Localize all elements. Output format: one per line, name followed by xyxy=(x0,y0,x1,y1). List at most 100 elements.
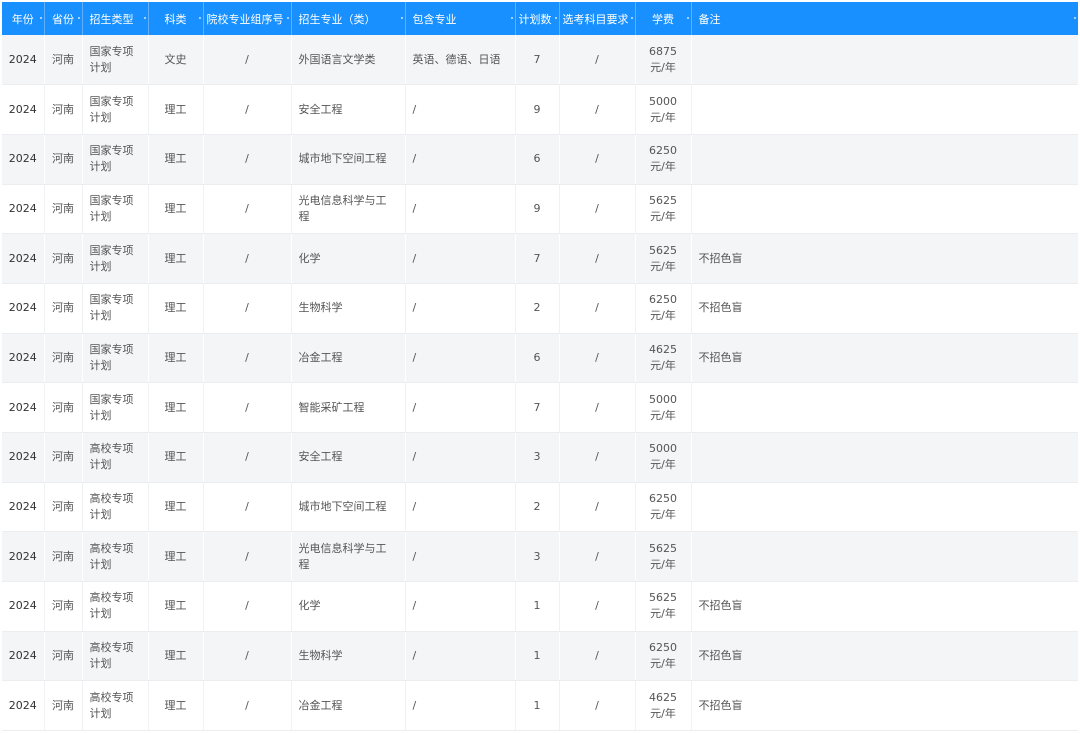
cell-category: 理工 xyxy=(148,631,204,682)
cell-subjects-text: / xyxy=(595,599,599,613)
cell-plan: 3 xyxy=(515,432,560,483)
cell-subjects-text: / xyxy=(595,500,599,514)
table-row[interactable]: 2024 河南 高校专项计划 理工 / 化学 / 1 / 5625元/年 不招色盲 xyxy=(2,581,1078,632)
cell-subjects-text: / xyxy=(595,698,599,712)
table-row[interactable]: 2024 河南 高校专项计划 理工 / 冶金工程 / 1 / 4625元/年 不招色盲 xyxy=(2,680,1078,732)
cell-fee-text: 6250元/年 xyxy=(648,293,677,323)
column-header-includes[interactable]: 包含专业 xyxy=(405,2,516,35)
cell-major: 生物科学 xyxy=(291,631,406,682)
cell-includes: / xyxy=(405,184,516,235)
sort-handle-icon[interactable] xyxy=(77,17,80,19)
column-header-type[interactable]: 招生类型 xyxy=(82,2,149,35)
table-row[interactable]: 2024 河南 国家专项计划 理工 / 光电信息科学与工程 / 9 / 5625元/年 xyxy=(2,184,1078,235)
cell-year-text: 2024 xyxy=(8,549,37,563)
cell-category: 文史 xyxy=(148,35,204,86)
cell-plan-text: 6 xyxy=(533,350,541,364)
cell-subjects: / xyxy=(559,233,636,284)
cell-fee: 5000元/年 xyxy=(635,382,692,433)
table-row[interactable]: 2024 河南 高校专项计划 理工 / 生物科学 / 1 / 6250元/年 不招色盲 xyxy=(2,631,1078,682)
sort-handle-icon[interactable] xyxy=(510,17,513,19)
cell-subjects-text: / xyxy=(595,301,599,315)
sort-handle-icon[interactable] xyxy=(1073,17,1076,19)
table-row[interactable]: 2024 河南 国家专项计划 理工 / 智能采矿工程 / 7 / 5000元/年 xyxy=(2,382,1078,433)
sort-handle-icon[interactable] xyxy=(686,17,689,19)
cell-fee: 5000元/年 xyxy=(635,84,692,135)
cell-group: / xyxy=(203,184,292,235)
column-header-subjects[interactable]: 选考科目要求 xyxy=(559,2,636,35)
cell-category: 理工 xyxy=(148,432,204,483)
sort-handle-icon[interactable] xyxy=(143,17,146,19)
column-header-year[interactable]: 年份 xyxy=(2,2,45,35)
cell-province-text: 河南 xyxy=(52,400,74,414)
cell-province: 河南 xyxy=(44,84,83,135)
cell-group-text: / xyxy=(245,102,249,116)
column-header-major[interactable]: 招生专业（类） xyxy=(291,2,406,35)
cell-group-text: / xyxy=(245,698,249,712)
cell-includes-text: / xyxy=(412,102,417,116)
cell-group-text: / xyxy=(245,201,249,215)
sort-handle-icon[interactable] xyxy=(198,17,201,19)
cell-major-text: 冶金工程 xyxy=(298,350,343,364)
cell-group-text: / xyxy=(245,450,249,464)
cell-type-text: 国家专项计划 xyxy=(89,44,134,74)
cell-includes: / xyxy=(405,531,516,583)
cell-type: 高校专项计划 xyxy=(82,680,149,732)
cell-subjects: / xyxy=(559,581,636,632)
column-header-remark[interactable]: 备注 xyxy=(691,2,1078,35)
cell-fee: 6250元/年 xyxy=(635,482,692,533)
cell-type: 国家专项计划 xyxy=(82,382,149,433)
cell-category-text: 理工 xyxy=(164,549,187,563)
cell-group: / xyxy=(203,333,292,384)
cell-includes: / xyxy=(405,680,516,732)
cell-remark: 不招色盲 xyxy=(691,631,1078,682)
sort-handle-icon[interactable] xyxy=(554,17,557,19)
table-row[interactable]: 2024 河南 国家专项计划 理工 / 安全工程 / 9 / 5000元/年 xyxy=(2,84,1078,135)
table-row[interactable]: 2024 河南 国家专项计划 理工 / 化学 / 7 / 5625元/年 不招色盲 xyxy=(2,233,1078,284)
cell-year-text: 2024 xyxy=(8,52,37,66)
table-row[interactable]: 2024 河南 国家专项计划 理工 / 生物科学 / 2 / 6250元/年 不招色盲 xyxy=(2,283,1078,334)
cell-subjects: / xyxy=(559,432,636,483)
admission-plan-table: 年份 省份 招生类型 科类 院校专业组序号 招生专业（类） 包含专业 计划数 选… xyxy=(2,2,1078,732)
cell-subjects: / xyxy=(559,283,636,334)
cell-major: 化学 xyxy=(291,233,406,284)
column-header-category[interactable]: 科类 xyxy=(148,2,204,35)
table-row[interactable]: 2024 河南 高校专项计划 理工 / 城市地下空间工程 / 2 / 6250元/年 xyxy=(2,482,1078,533)
cell-province-text: 河南 xyxy=(52,251,74,265)
cell-major: 冶金工程 xyxy=(291,333,406,384)
cell-subjects: / xyxy=(559,482,636,533)
table-row[interactable]: 2024 河南 高校专项计划 理工 / 光电信息科学与工程 / 3 / 5625元/年 xyxy=(2,531,1078,583)
table-row[interactable]: 2024 河南 国家专项计划 文史 / 外国语言文学类 英语、德语、日语 7 / 6875元/年 xyxy=(2,35,1078,86)
cell-year: 2024 xyxy=(2,581,45,632)
cell-year: 2024 xyxy=(2,631,45,682)
column-header-fee[interactable]: 学费 xyxy=(635,2,692,35)
cell-group-text: / xyxy=(245,52,249,66)
cell-province: 河南 xyxy=(44,382,83,433)
cell-subjects: / xyxy=(559,134,636,185)
cell-type-text: 高校专项计划 xyxy=(89,492,134,522)
cell-plan: 3 xyxy=(515,531,560,583)
cell-type: 国家专项计划 xyxy=(82,35,149,86)
cell-group-text: / xyxy=(245,301,249,315)
sort-handle-icon[interactable] xyxy=(630,17,633,19)
column-header-group[interactable]: 院校专业组序号 xyxy=(203,2,292,35)
table-row[interactable]: 2024 河南 国家专项计划 理工 / 冶金工程 / 6 / 4625元/年 不招色盲 xyxy=(2,333,1078,384)
cell-type-text: 国家专项计划 xyxy=(89,193,134,223)
cell-province: 河南 xyxy=(44,333,83,384)
cell-remark-text: 不招色盲 xyxy=(698,350,743,364)
column-header-province[interactable]: 省份 xyxy=(44,2,83,35)
sort-handle-icon[interactable] xyxy=(39,17,42,19)
sort-handle-icon[interactable] xyxy=(400,17,403,19)
cell-fee: 4625元/年 xyxy=(635,333,692,384)
cell-subjects: / xyxy=(559,333,636,384)
cell-subjects-text: / xyxy=(595,450,599,464)
sort-handle-icon[interactable] xyxy=(286,17,289,19)
cell-type-text: 国家专项计划 xyxy=(89,293,134,323)
cell-year-text: 2024 xyxy=(8,500,37,514)
column-header-plan[interactable]: 计划数 xyxy=(515,2,560,35)
cell-fee: 5625元/年 xyxy=(635,233,692,284)
cell-group: / xyxy=(203,382,292,433)
table-row[interactable]: 2024 河南 高校专项计划 理工 / 安全工程 / 3 / 5000元/年 xyxy=(2,432,1078,483)
cell-category-text: 理工 xyxy=(164,649,187,663)
table-row[interactable]: 2024 河南 国家专项计划 理工 / 城市地下空间工程 / 6 / 6250元/年 xyxy=(2,134,1078,185)
cell-type-text: 高校专项计划 xyxy=(89,641,134,671)
